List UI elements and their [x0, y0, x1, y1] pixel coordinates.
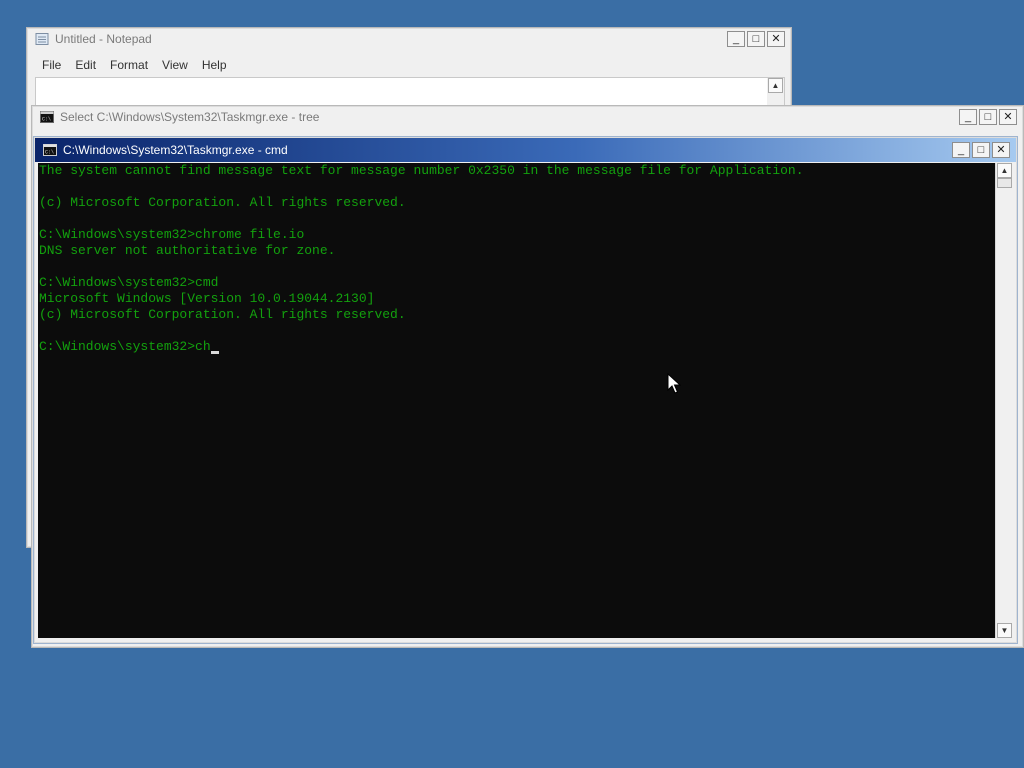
menu-help[interactable]: Help: [195, 56, 234, 76]
notepad-maximize-button[interactable]: □: [747, 31, 765, 47]
cmd-minimize-button[interactable]: _: [952, 142, 970, 158]
notepad-icon: [35, 33, 49, 45]
console-line: (c) Microsoft Corporation. All rights re…: [39, 195, 406, 210]
text-cursor: [210, 351, 219, 354]
notepad-close-button[interactable]: ✕: [767, 31, 785, 47]
mouse-pointer-icon: [667, 373, 681, 394]
tree-title: Select C:\Windows\System32\Taskmgr.exe -…: [60, 110, 320, 124]
svg-text:C:\: C:\: [42, 117, 51, 123]
tree-titlebar[interactable]: C:\ Select C:\Windows\System32\Taskmgr.e…: [32, 106, 1023, 128]
console-prompt-line[interactable]: C:\Windows\system32>ch: [39, 339, 996, 355]
console-icon: C:\: [43, 144, 57, 156]
console-scrollbar[interactable]: ▲ ▼: [995, 163, 1013, 638]
console-line: C:\Windows\system32>cmd: [39, 275, 219, 290]
menu-format[interactable]: Format: [103, 56, 155, 76]
scroll-thumb[interactable]: [997, 178, 1012, 188]
notepad-scroll-up-button[interactable]: ▲: [768, 78, 783, 93]
console-icon: C:\: [40, 111, 54, 123]
menu-file[interactable]: File: [35, 56, 68, 76]
cmd-window[interactable]: C:\ C:\Windows\System32\Taskmgr.exe - cm…: [33, 136, 1018, 644]
svg-text:C:\: C:\: [45, 150, 54, 156]
cmd-titlebar[interactable]: C:\ C:\Windows\System32\Taskmgr.exe - cm…: [35, 138, 1016, 162]
console-line: Microsoft Windows [Version 10.0.19044.21…: [39, 291, 375, 306]
menu-edit[interactable]: Edit: [68, 56, 103, 76]
tree-minimize-button[interactable]: _: [959, 109, 977, 125]
console-line: DNS server not authoritative for zone.: [39, 243, 336, 258]
scroll-down-button[interactable]: ▼: [997, 623, 1012, 638]
console-prompt-input[interactable]: C:\Windows\system32>ch: [39, 339, 211, 354]
console-line: The system cannot find message text for …: [39, 163, 804, 178]
tree-maximize-button[interactable]: □: [979, 109, 997, 125]
scroll-up-button[interactable]: ▲: [997, 163, 1012, 178]
notepad-title: Untitled - Notepad: [55, 32, 152, 46]
console-output[interactable]: The system cannot find message text for …: [38, 163, 996, 638]
cmd-title: C:\Windows\System32\Taskmgr.exe - cmd: [63, 143, 288, 157]
console-line: C:\Windows\system32>chrome file.io: [39, 227, 305, 242]
cmd-close-button[interactable]: ✕: [992, 142, 1010, 158]
notepad-menubar: File Edit Format View Help: [35, 56, 785, 76]
cmd-maximize-button[interactable]: □: [972, 142, 990, 158]
console-line: (c) Microsoft Corporation. All rights re…: [39, 307, 406, 322]
menu-view[interactable]: View: [155, 56, 195, 76]
notepad-titlebar[interactable]: Untitled - Notepad _ □ ✕: [27, 28, 791, 50]
notepad-minimize-button[interactable]: _: [727, 31, 745, 47]
tree-close-button[interactable]: ✕: [999, 109, 1017, 125]
